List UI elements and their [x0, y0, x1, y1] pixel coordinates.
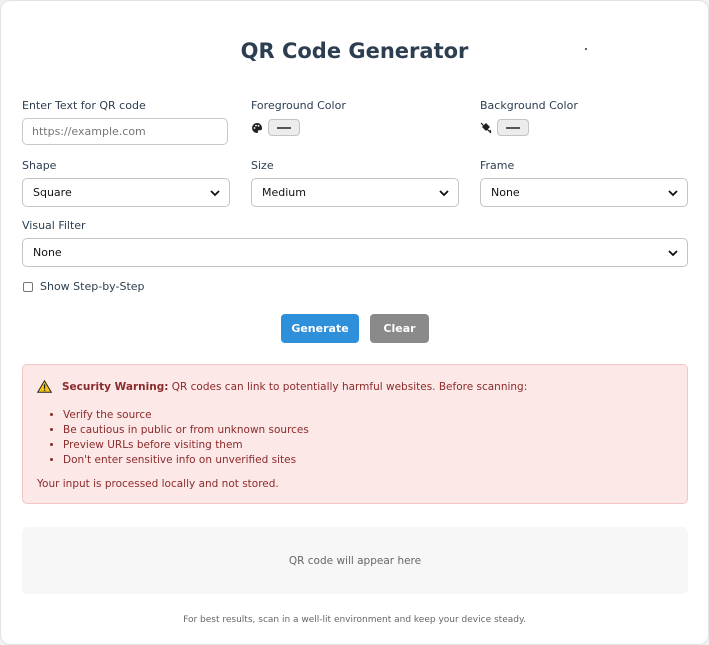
- frame-select[interactable]: None: [480, 178, 688, 207]
- palette-icon: [252, 122, 263, 133]
- warning-heading-row: Security Warning: QR codes can link to p…: [37, 380, 527, 393]
- step-by-step-row: Show Step-by-Step: [23, 280, 145, 293]
- qr-placeholder-text: QR code will appear here: [288, 554, 422, 567]
- scan-tip: For best results, scan in a well-lit env…: [183, 615, 526, 625]
- background-color-control: [480, 119, 529, 136]
- foreground-color-label: Foreground Color: [251, 99, 346, 112]
- visual-filter-select[interactable]: None: [22, 238, 688, 267]
- list-item: Verify the source: [63, 408, 309, 423]
- size-select[interactable]: Medium: [251, 178, 459, 207]
- generator-card: QR Code Generator Enter Text for QR code…: [0, 0, 709, 645]
- shape-select[interactable]: Square: [22, 178, 230, 207]
- decorative-dot: [585, 48, 587, 50]
- step-by-step-label[interactable]: Show Step-by-Step: [40, 280, 145, 293]
- page-title: QR Code Generator: [240, 39, 469, 63]
- chevron-down-icon: [210, 190, 220, 197]
- visual-filter-select-value: None: [33, 246, 62, 259]
- shape-label: Shape: [22, 159, 57, 172]
- foreground-color-control: [251, 119, 300, 136]
- chevron-down-icon: [668, 250, 678, 257]
- list-item: Be cautious in public or from unknown so…: [63, 423, 309, 438]
- list-item: Don't enter sensitive info on unverified…: [63, 453, 309, 468]
- warning-footer: Your input is processed locally and not …: [37, 478, 279, 490]
- list-item: Preview URLs before visiting them: [63, 438, 309, 453]
- chevron-down-icon: [668, 190, 678, 197]
- clear-button[interactable]: Clear: [370, 314, 429, 343]
- size-label: Size: [251, 159, 274, 172]
- warning-text: QR codes can link to potentially harmful…: [171, 380, 528, 393]
- background-color-picker[interactable]: [497, 119, 529, 136]
- paint-bucket-icon: [480, 122, 492, 133]
- qr-text-input[interactable]: [22, 118, 228, 145]
- background-color-label: Background Color: [480, 99, 578, 112]
- frame-label: Frame: [480, 159, 515, 172]
- generate-button[interactable]: Generate: [281, 314, 359, 343]
- qr-output-area: QR code will appear here: [22, 527, 688, 594]
- chevron-down-icon: [439, 190, 449, 197]
- text-input-label: Enter Text for QR code: [22, 99, 146, 112]
- warning-heading: Security Warning:: [62, 380, 169, 393]
- warning-icon: [37, 380, 52, 393]
- frame-select-value: None: [491, 186, 520, 199]
- shape-select-value: Square: [33, 186, 72, 199]
- foreground-color-picker[interactable]: [268, 119, 300, 136]
- visual-filter-label: Visual Filter: [22, 219, 86, 232]
- size-select-value: Medium: [262, 186, 306, 199]
- warning-list: Verify the source Be cautious in public …: [49, 408, 309, 468]
- security-warning: Security Warning: QR codes can link to p…: [22, 364, 688, 504]
- step-by-step-checkbox[interactable]: [23, 281, 33, 292]
